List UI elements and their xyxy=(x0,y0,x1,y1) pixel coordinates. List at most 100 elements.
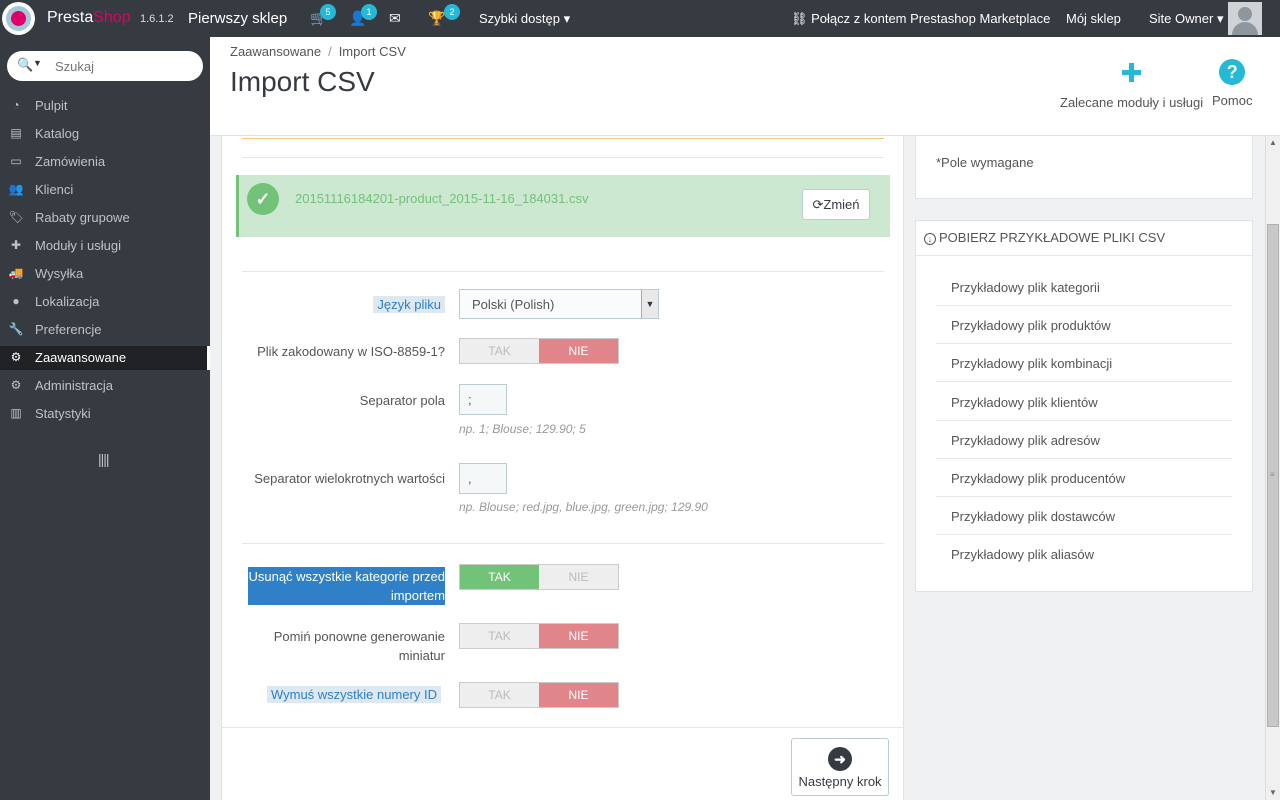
search-icon[interactable]: 🔍 xyxy=(17,57,33,73)
page-scrollbar[interactable]: ▲ ≡ ▼ xyxy=(1265,136,1280,800)
iso-yes-option[interactable]: TAK xyxy=(460,339,539,363)
sidebar-item-8[interactable]: 🔧 Preferencje xyxy=(0,318,210,342)
scroll-up-arrow-icon[interactable]: ▲ xyxy=(1266,136,1280,150)
user-name: Site Owner xyxy=(1149,11,1214,26)
tags-icon: 🏷 xyxy=(8,210,24,224)
arrow-right-circle-icon: ➜ xyxy=(828,747,852,771)
skip-yes-option[interactable]: TAK xyxy=(460,624,539,648)
change-file-button[interactable]: ⟳Zmień xyxy=(802,189,870,220)
delete-categories-label-line1: Usunąć wszystkie kategorie przed xyxy=(248,569,445,584)
prestashop-logo-icon[interactable] xyxy=(2,2,35,35)
sidebar-item-5[interactable]: ✚ Moduły i usługi xyxy=(0,234,210,258)
breadcrumb-advanced[interactable]: Zaawansowane xyxy=(230,44,321,59)
divider xyxy=(242,157,884,158)
sample-file-link[interactable]: Przykładowy plik dostawców xyxy=(936,497,1232,536)
skip-thumbnails-switch[interactable]: TAK NIE xyxy=(459,623,619,649)
sample-file-link[interactable]: Przykładowy plik kombinacji xyxy=(936,344,1232,383)
sidebar-item-9[interactable]: ⚙ Zaawansowane xyxy=(0,346,210,370)
sidebar-item-label: Rabaty grupowe xyxy=(35,210,130,225)
sidebar-item-label: Lokalizacja xyxy=(35,294,100,309)
delete-no-option[interactable]: NIE xyxy=(539,565,618,589)
file-name: 20151116184201-product_2015-11-16_184031… xyxy=(295,191,589,206)
help-button[interactable]: ? Pomoc xyxy=(1212,59,1252,108)
shop-name[interactable]: Pierwszy sklep xyxy=(188,10,287,27)
force-no-option[interactable]: NIE xyxy=(539,683,618,707)
required-note: *Pole wymagane xyxy=(936,155,1034,170)
field-separator-input[interactable]: ; xyxy=(459,384,507,415)
skip-no-option[interactable]: NIE xyxy=(539,624,618,648)
sidebar-item-10[interactable]: ⚙ Administracja xyxy=(0,374,210,398)
caret-down-icon[interactable]: ▼ xyxy=(33,58,42,68)
multi-separator-label: Separator wielokrotnych wartości xyxy=(254,471,445,486)
force-ids-label: Wymuś wszystkie numery ID xyxy=(266,686,441,703)
breadcrumb: Zaawansowane / Import CSV xyxy=(230,44,406,59)
version-label: 1.6.1.2 xyxy=(140,13,174,25)
file-language-label: Język pliku xyxy=(373,296,445,313)
sample-file-link[interactable]: Przykładowy plik producentów xyxy=(936,459,1232,497)
user-menu[interactable]: Site Owner ▾ xyxy=(1149,11,1223,27)
sidebar-item-4[interactable]: 🏷 Rabaty grupowe xyxy=(0,206,210,230)
sidebar-item-1[interactable]: ▤ Katalog xyxy=(0,122,210,146)
sidebar-item-7[interactable]: ● Lokalizacja xyxy=(0,290,210,314)
delete-yes-option[interactable]: TAK xyxy=(460,565,539,589)
file-success-alert: ✓ 20151116184201-product_2015-11-16_1840… xyxy=(236,175,890,237)
file-language-select[interactable]: Polski (Polish) ▼ xyxy=(459,289,659,319)
sidebar-item-label: Klienci xyxy=(35,182,74,197)
collapse-menu-icon[interactable]: |||| xyxy=(98,451,110,467)
skip-thumbnails-label-line2: miniatur xyxy=(398,648,445,663)
scroll-down-arrow-icon[interactable]: ▼ xyxy=(1266,786,1280,800)
delete-categories-switch[interactable]: TAK NIE xyxy=(459,564,619,590)
sample-files-title-text: Pobierz przykładowe pliki CSV xyxy=(939,230,1166,245)
iso-no-option[interactable]: NIE xyxy=(539,339,618,363)
brand-part1: Presta xyxy=(47,9,94,26)
skip-thumbnails-label: Pomiń ponowne generowanie miniatur xyxy=(274,627,445,665)
sidebar-item-3[interactable]: 👥 Klienci xyxy=(0,178,210,202)
refresh-icon: ⟳ xyxy=(812,197,824,212)
multi-separator-input[interactable]: , xyxy=(459,463,507,494)
next-step-button[interactable]: ➜ Następny krok xyxy=(791,738,889,796)
force-yes-option[interactable]: TAK xyxy=(460,683,539,707)
my-shop-link[interactable]: Mój sklep xyxy=(1066,11,1121,26)
quick-access-label: Szybki dostęp xyxy=(479,11,560,26)
change-label: Zmień xyxy=(823,197,860,212)
puzzle-icon: ✚ xyxy=(10,238,22,252)
panel-footer-divider xyxy=(222,727,903,728)
skip-thumbnails-label-line1: Pomiń ponowne generowanie xyxy=(273,629,445,644)
warning-strip xyxy=(242,136,884,139)
dashboard-icon: ◔ xyxy=(12,98,20,112)
field-separator-hint: np. 1; Blouse; 129.90; 5 xyxy=(459,422,586,436)
sample-file-link[interactable]: Przykładowy plik kategorii xyxy=(936,268,1232,306)
quick-access-menu[interactable]: Szybki dostęp ▾ xyxy=(479,11,570,27)
force-ids-switch[interactable]: TAK NIE xyxy=(459,682,619,708)
scrollbar-thumb[interactable]: ≡ xyxy=(1267,224,1279,727)
sidebar-item-2[interactable]: ▭ Zamówienia xyxy=(0,150,210,174)
sidebar-item-0[interactable]: ◔ Pulpit xyxy=(0,94,210,118)
sample-file-link[interactable]: Przykładowy plik adresów xyxy=(936,421,1232,459)
trophy-icon[interactable]: 🏆 xyxy=(428,10,445,27)
file-language-value: Polski (Polish) xyxy=(472,297,555,312)
sidebar-item-11[interactable]: ▥ Statystyki xyxy=(0,402,210,426)
orders-badge: 5 xyxy=(320,4,336,20)
avatar[interactable] xyxy=(1228,2,1262,35)
sample-files-panel: ↓ Pobierz przykładowe pliki CSV Przykłado… xyxy=(915,220,1253,592)
connect-label: Połącz z kontem Prestashop Marketplace xyxy=(811,11,1051,26)
trophy-badge: 2 xyxy=(444,4,460,20)
recommended-modules-button[interactable]: ✚ Zalecane moduły i usługi xyxy=(1060,59,1203,110)
breadcrumb-import: Import CSV xyxy=(338,44,406,59)
content-area: ✓ 20151116184201-product_2015-11-16_1840… xyxy=(210,136,1265,800)
sidebar-item-label: Administracja xyxy=(35,378,114,393)
wrench-icon: 🔧 xyxy=(8,322,24,336)
search-input[interactable] xyxy=(55,57,195,75)
credit-card-icon: ▭ xyxy=(10,154,22,168)
sample-file-link[interactable]: Przykładowy plik aliasów xyxy=(936,535,1232,573)
delete-categories-label-line2: importem xyxy=(390,588,445,603)
link-icon: ⛓ xyxy=(791,11,808,26)
brand-name[interactable]: PrestaShop xyxy=(47,9,131,27)
sample-file-link[interactable]: Przykładowy plik produktów xyxy=(936,306,1232,345)
iso-encoding-switch[interactable]: TAK NIE xyxy=(459,338,619,364)
sample-file-link[interactable]: Przykładowy plik klientów xyxy=(936,383,1232,421)
envelope-icon[interactable]: ✉ xyxy=(389,10,401,27)
sidebar-item-6[interactable]: 🚚 Wysyłka xyxy=(0,262,210,286)
search-box[interactable]: 🔍 ▼ xyxy=(7,51,203,81)
marketplace-connect-link[interactable]: ⛓ Połącz z kontem Prestashop Marketplace xyxy=(791,11,1050,27)
